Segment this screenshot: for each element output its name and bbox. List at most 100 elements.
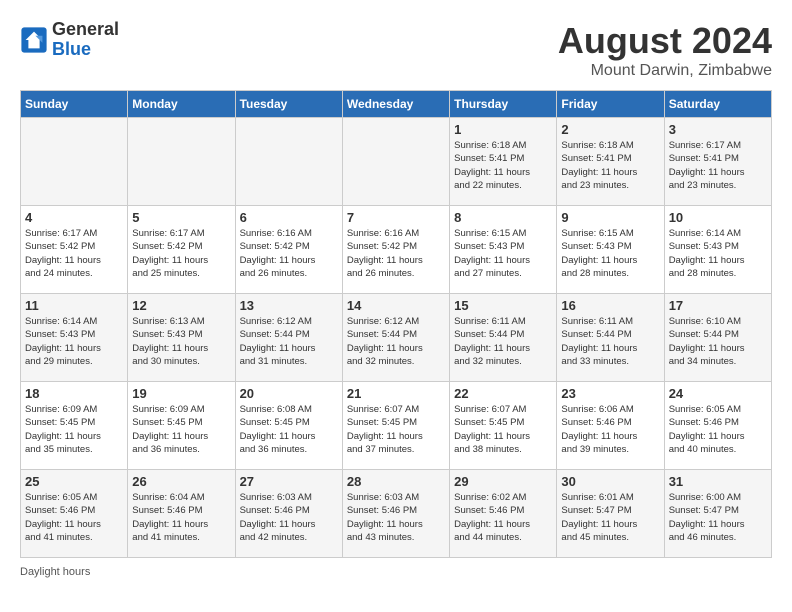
page-header: General Blue August 2024 Mount Darwin, Z… [20, 20, 772, 80]
day-info: Sunrise: 6:05 AM Sunset: 5:46 PM Dayligh… [669, 403, 767, 456]
day-number: 9 [561, 210, 659, 225]
calendar-cell: 6Sunrise: 6:16 AM Sunset: 5:42 PM Daylig… [235, 206, 342, 294]
logo-text: General Blue [52, 20, 119, 60]
day-number: 23 [561, 386, 659, 401]
calendar-cell: 4 Sunrise: 6:17 AM Sunset: 5:42 PM Daylig… [21, 206, 128, 294]
day-number: 21 [347, 386, 445, 401]
day-info: Sunrise: 6:18 AM Sunset: 5:41 PM Dayligh… [561, 139, 659, 192]
calendar-cell: 10Sunrise: 6:14 AM Sunset: 5:43 PM Dayli… [664, 206, 771, 294]
calendar-header-row: SundayMondayTuesdayWednesdayThursdayFrid… [21, 91, 772, 118]
day-number: 26 [132, 474, 230, 489]
day-number: 30 [561, 474, 659, 489]
calendar-cell: 17 Sunrise: 6:10 AM Sunset: 5:44 PM Dayli… [664, 294, 771, 382]
day-info: Sunrise: 6:00 AM Sunset: 5:47 PM Dayligh… [669, 491, 767, 544]
calendar-cell: 7 Sunrise: 6:16 AM Sunset: 5:42 PM Daylig… [342, 206, 449, 294]
calendar-cell: 24 Sunrise: 6:05 AM Sunset: 5:46 PM Dayli… [664, 382, 771, 470]
day-info: Sunrise: 6:13 AM Sunset: 5:43 PM Dayligh… [132, 315, 230, 368]
day-info: Sunrise: 6:08 AM Sunset: 5:45 PM Dayligh… [240, 403, 338, 456]
day-info: Sunrise: 6:03 AM Sunset: 5:46 PM Dayligh… [347, 491, 445, 544]
footer-note: Daylight hours [20, 566, 772, 578]
title-block: August 2024 Mount Darwin, Zimbabwe [558, 20, 772, 80]
calendar-cell: 5Sunrise: 6:17 AM Sunset: 5:42 PM Daylig… [128, 206, 235, 294]
day-number: 11 [25, 298, 123, 313]
logo-icon [20, 26, 48, 54]
column-header-thursday: Thursday [450, 91, 557, 118]
day-number: 3 [669, 122, 767, 137]
calendar-cell: 8 Sunrise: 6:15 AM Sunset: 5:43 PM Daylig… [450, 206, 557, 294]
day-info: Sunrise: 6:06 AM Sunset: 5:46 PM Dayligh… [561, 403, 659, 456]
calendar-cell: 29Sunrise: 6:02 AM Sunset: 5:46 PM Dayli… [450, 470, 557, 558]
calendar-table: SundayMondayTuesdayWednesdayThursdayFrid… [20, 90, 772, 558]
day-info: Sunrise: 6:16 AM Sunset: 5:42 PM Dayligh… [347, 227, 445, 280]
day-number: 17 [669, 298, 767, 313]
calendar-cell: 20 Sunrise: 6:08 AM Sunset: 5:45 PM Dayli… [235, 382, 342, 470]
calendar-cell: 22Sunrise: 6:07 AM Sunset: 5:45 PM Dayli… [450, 382, 557, 470]
calendar-week-row: 25 Sunrise: 6:05 AM Sunset: 5:46 PM Dayli… [21, 470, 772, 558]
calendar-cell: 1Sunrise: 6:18 AM Sunset: 5:41 PM Daylig… [450, 118, 557, 206]
calendar-cell: 9 Sunrise: 6:15 AM Sunset: 5:43 PM Daylig… [557, 206, 664, 294]
calendar-week-row: 11 Sunrise: 6:14 AM Sunset: 5:43 PM Dayli… [21, 294, 772, 382]
calendar-cell: 28Sunrise: 6:03 AM Sunset: 5:46 PM Dayli… [342, 470, 449, 558]
day-info: Sunrise: 6:17 AM Sunset: 5:42 PM Dayligh… [132, 227, 230, 280]
day-number: 18 [25, 386, 123, 401]
column-header-sunday: Sunday [21, 91, 128, 118]
logo-blue-text: Blue [52, 40, 119, 60]
day-number: 6 [240, 210, 338, 225]
column-header-saturday: Saturday [664, 91, 771, 118]
day-number: 27 [240, 474, 338, 489]
day-number: 19 [132, 386, 230, 401]
calendar-cell: 21Sunrise: 6:07 AM Sunset: 5:45 PM Dayli… [342, 382, 449, 470]
calendar-cell: 12 Sunrise: 6:13 AM Sunset: 5:43 PM Dayli… [128, 294, 235, 382]
day-info: Sunrise: 6:11 AM Sunset: 5:44 PM Dayligh… [454, 315, 552, 368]
column-header-tuesday: Tuesday [235, 91, 342, 118]
day-info: Sunrise: 6:09 AM Sunset: 5:45 PM Dayligh… [25, 403, 123, 456]
day-info: Sunrise: 6:15 AM Sunset: 5:43 PM Dayligh… [561, 227, 659, 280]
calendar-cell [128, 118, 235, 206]
calendar-cell [21, 118, 128, 206]
daylight-note: Daylight hours [20, 566, 90, 578]
day-info: Sunrise: 6:15 AM Sunset: 5:43 PM Dayligh… [454, 227, 552, 280]
day-info: Sunrise: 6:07 AM Sunset: 5:45 PM Dayligh… [454, 403, 552, 456]
day-number: 4 [25, 210, 123, 225]
calendar-cell: 11 Sunrise: 6:14 AM Sunset: 5:43 PM Dayli… [21, 294, 128, 382]
day-info: Sunrise: 6:01 AM Sunset: 5:47 PM Dayligh… [561, 491, 659, 544]
day-number: 15 [454, 298, 552, 313]
day-info: Sunrise: 6:09 AM Sunset: 5:45 PM Dayligh… [132, 403, 230, 456]
day-number: 13 [240, 298, 338, 313]
day-number: 14 [347, 298, 445, 313]
day-number: 31 [669, 474, 767, 489]
day-number: 7 [347, 210, 445, 225]
logo-general-text: General [52, 20, 119, 40]
day-number: 1 [454, 122, 552, 137]
day-number: 8 [454, 210, 552, 225]
calendar-cell: 30 Sunrise: 6:01 AM Sunset: 5:47 PM Dayli… [557, 470, 664, 558]
location-subtitle: Mount Darwin, Zimbabwe [558, 62, 772, 80]
calendar-cell: 27Sunrise: 6:03 AM Sunset: 5:46 PM Dayli… [235, 470, 342, 558]
day-number: 20 [240, 386, 338, 401]
day-number: 12 [132, 298, 230, 313]
calendar-cell: 23 Sunrise: 6:06 AM Sunset: 5:46 PM Dayli… [557, 382, 664, 470]
day-info: Sunrise: 6:10 AM Sunset: 5:44 PM Dayligh… [669, 315, 767, 368]
calendar-cell: 15 Sunrise: 6:11 AM Sunset: 5:44 PM Dayli… [450, 294, 557, 382]
month-year-title: August 2024 [558, 20, 772, 62]
day-info: Sunrise: 6:14 AM Sunset: 5:43 PM Dayligh… [25, 315, 123, 368]
calendar-week-row: 4 Sunrise: 6:17 AM Sunset: 5:42 PM Daylig… [21, 206, 772, 294]
day-info: Sunrise: 6:17 AM Sunset: 5:42 PM Dayligh… [25, 227, 123, 280]
logo: General Blue [20, 20, 119, 60]
calendar-cell [342, 118, 449, 206]
column-header-monday: Monday [128, 91, 235, 118]
column-header-friday: Friday [557, 91, 664, 118]
day-number: 10 [669, 210, 767, 225]
calendar-cell: 2 Sunrise: 6:18 AM Sunset: 5:41 PM Daylig… [557, 118, 664, 206]
day-info: Sunrise: 6:02 AM Sunset: 5:46 PM Dayligh… [454, 491, 552, 544]
calendar-cell [235, 118, 342, 206]
day-info: Sunrise: 6:05 AM Sunset: 5:46 PM Dayligh… [25, 491, 123, 544]
day-info: Sunrise: 6:17 AM Sunset: 5:41 PM Dayligh… [669, 139, 767, 192]
day-info: Sunrise: 6:11 AM Sunset: 5:44 PM Dayligh… [561, 315, 659, 368]
calendar-cell: 31 Sunrise: 6:00 AM Sunset: 5:47 PM Dayli… [664, 470, 771, 558]
day-info: Sunrise: 6:04 AM Sunset: 5:46 PM Dayligh… [132, 491, 230, 544]
day-number: 24 [669, 386, 767, 401]
calendar-cell: 19 Sunrise: 6:09 AM Sunset: 5:45 PM Dayli… [128, 382, 235, 470]
day-number: 25 [25, 474, 123, 489]
day-number: 2 [561, 122, 659, 137]
